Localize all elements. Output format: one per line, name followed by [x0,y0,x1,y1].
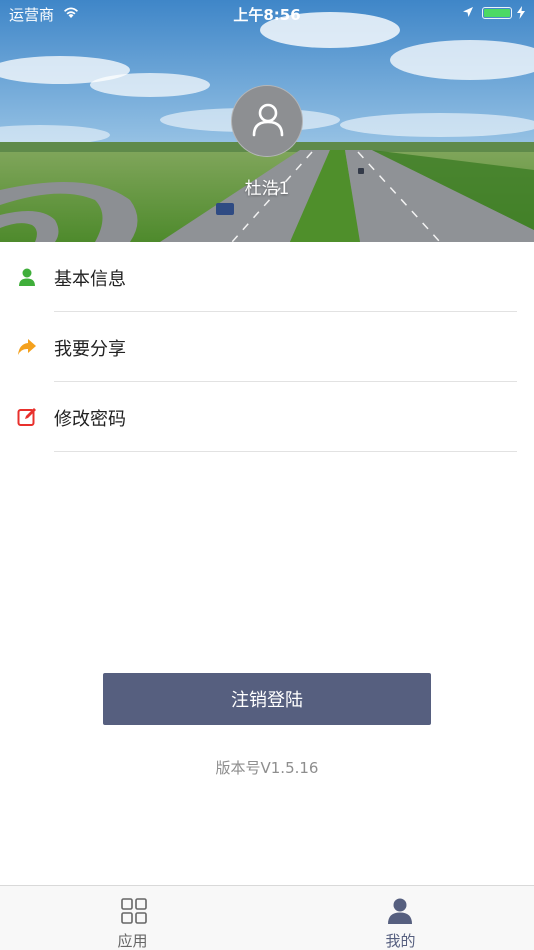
menu-item-change-password[interactable]: 修改密码 [0,382,534,452]
tab-apps[interactable]: 应用 [0,886,267,950]
menu-item-label: 基本信息 [54,269,126,290]
avatar[interactable] [231,85,303,157]
edit-icon [17,408,36,426]
settings-menu: 基本信息 我要分享 修改密码 [0,242,534,452]
charging-bolt-icon [517,6,525,19]
tab-bar: 应用 我的 [0,885,534,950]
tab-label: 应用 [117,932,148,950]
battery-level-fill [484,9,510,17]
location-arrow-icon [463,7,473,17]
menu-item-label: 我要分享 [54,339,126,360]
menu-item-basic-info[interactable]: 基本信息 [0,242,534,312]
logout-button[interactable]: 注销登陆 [103,673,431,725]
menu-item-label: 修改密码 [54,409,126,430]
status-time: 上午8:56 [233,6,301,24]
user-name: 杜浩1 [244,179,290,199]
person-outline-icon [252,103,284,137]
grid-icon [121,898,147,924]
share-arrow-icon [18,339,36,355]
battery-icon [482,7,512,19]
tab-label: 我的 [385,932,416,950]
tab-mine[interactable]: 我的 [267,886,534,950]
status-bar: 运营商 上午8:56 [0,0,534,28]
menu-item-share[interactable]: 我要分享 [0,312,534,382]
person-icon [19,268,35,286]
version-label: 版本号V1.5.16 [215,759,319,777]
person-filled-icon [388,898,412,924]
profile-screen: 运营商 上午8:56 杜浩1 基本信息 我要分享 修改密码 注销登陆 版本号V1… [0,0,534,950]
divider [54,451,517,452]
